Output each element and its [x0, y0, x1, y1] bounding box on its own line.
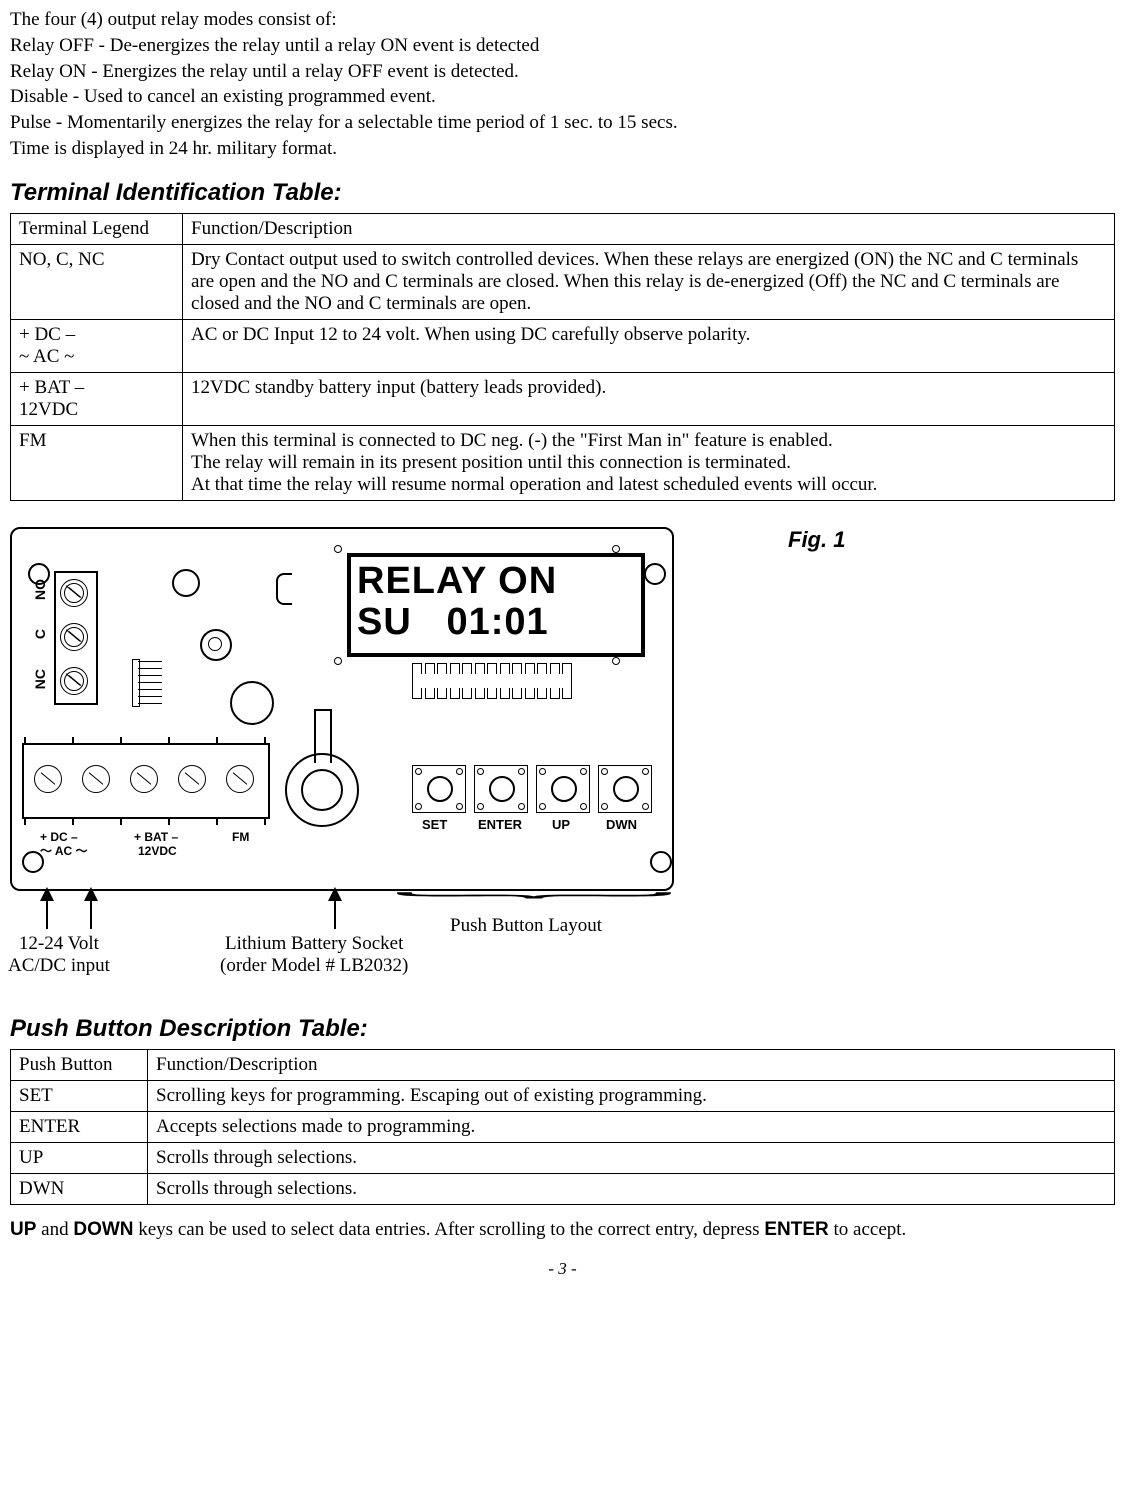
footnote-text: and	[36, 1219, 73, 1240]
component-icon	[200, 629, 232, 661]
intro-line: Pulse - Momentarily energizes the relay …	[10, 111, 1115, 135]
screw-hole-icon	[612, 545, 620, 553]
battery-socket-icon	[282, 709, 362, 839]
pushbutton-table: Push Button Function/Description SET Scr…	[10, 1049, 1115, 1205]
arrow-line	[90, 899, 92, 929]
terminal-label-nc: NC	[32, 669, 48, 689]
cell-desc: Scrolling keys for programming. Escaping…	[148, 1080, 1115, 1111]
footnote-down: DOWN	[73, 1219, 133, 1240]
terminal-label-fm: FM	[232, 831, 249, 844]
arrow-line	[334, 899, 336, 929]
table-row: UP Scrolls through selections.	[11, 1142, 1115, 1173]
screw-hole-icon	[334, 657, 342, 665]
cell-btn: DWN	[11, 1173, 148, 1204]
cell-btn: ENTER	[11, 1111, 148, 1142]
callout-input: 12-24 Volt AC/DC input	[8, 933, 110, 977]
cell-legend: NO, C, NC	[11, 244, 183, 319]
cell-desc: 12VDC standby battery input (battery lea…	[183, 372, 1115, 425]
intro-line: Relay ON - Energizes the relay until a r…	[10, 60, 1115, 84]
up-button[interactable]	[536, 765, 590, 813]
callout-battery: Lithium Battery Socket (order Model # LB…	[220, 933, 408, 977]
footnote-text: to accept.	[829, 1219, 907, 1240]
btn-label-enter: ENTER	[478, 817, 522, 832]
table-header-row: Terminal Legend Function/Description	[11, 213, 1115, 244]
terminal-table-title: Terminal Identification Table:	[10, 179, 1115, 207]
ic-chip-icon	[412, 663, 572, 703]
th-function: Function/Description	[148, 1049, 1115, 1080]
table-row: NO, C, NC Dry Contact output used to swi…	[11, 244, 1115, 319]
component-icon	[276, 573, 292, 605]
dwn-button[interactable]	[598, 765, 652, 813]
table-row: ENTER Accepts selections made to program…	[11, 1111, 1115, 1142]
terminal-label-12vdc: 12VDC	[138, 845, 177, 858]
component-icon	[230, 681, 274, 725]
table-header-row: Push Button Function/Description	[11, 1049, 1115, 1080]
cell-btn: UP	[11, 1142, 148, 1173]
set-button[interactable]	[412, 765, 466, 813]
power-terminal-block	[22, 743, 270, 819]
cell-desc: AC or DC Input 12 to 24 volt. When using…	[183, 319, 1115, 372]
cell-legend: + BAT – 12VDC	[11, 372, 183, 425]
cell-legend: FM	[11, 425, 183, 500]
pcb-board: RELAY ON SU 01:01	[10, 527, 674, 891]
component-icon	[172, 569, 200, 597]
cell-desc: Scrolls through selections.	[148, 1173, 1115, 1204]
figure-label: Fig. 1	[788, 527, 845, 553]
intro-line: Time is displayed in 24 hr. military for…	[10, 137, 1115, 161]
figure-1: RELAY ON SU 01:01	[10, 527, 770, 997]
table-row: FM When this terminal is connected to DC…	[11, 425, 1115, 500]
btn-label-set: SET	[422, 817, 447, 832]
terminal-label-c: C	[32, 629, 48, 639]
arrow-line	[46, 899, 48, 929]
mounting-hole-icon	[650, 851, 672, 873]
table-row: + DC – ~ AC ~ AC or DC Input 12 to 24 vo…	[11, 319, 1115, 372]
th-pushbutton: Push Button	[11, 1049, 148, 1080]
terminal-label-ac: ～ AC ～	[40, 845, 88, 858]
lcd-line1: RELAY ON	[357, 560, 557, 602]
footnote-up: UP	[10, 1219, 36, 1240]
footnote-text: keys can be used to select data entries.…	[134, 1219, 765, 1240]
lcd-display: RELAY ON SU 01:01	[347, 553, 645, 657]
screw-hole-icon	[334, 545, 342, 553]
cell-desc: Accepts selections made to programming.	[148, 1111, 1115, 1142]
lcd-line2: SU 01:01	[357, 601, 549, 643]
cell-desc: Scrolls through selections.	[148, 1142, 1115, 1173]
cell-legend: + DC – ~ AC ~	[11, 319, 183, 372]
table-row: DWN Scrolls through selections.	[11, 1173, 1115, 1204]
table-row: SET Scrolling keys for programming. Esca…	[11, 1080, 1115, 1111]
cell-btn: SET	[11, 1080, 148, 1111]
th-function: Function/Description	[183, 213, 1115, 244]
intro-line: The four (4) output relay modes consist …	[10, 8, 1115, 32]
btn-label-up: UP	[552, 817, 570, 832]
intro-line: Disable - Used to cancel an existing pro…	[10, 85, 1115, 109]
screw-hole-icon	[612, 657, 620, 665]
enter-button[interactable]	[474, 765, 528, 813]
cell-desc: When this terminal is connected to DC ne…	[183, 425, 1115, 500]
btn-label-dwn: DWN	[606, 817, 637, 832]
table-row: + BAT – 12VDC 12VDC standby battery inpu…	[11, 372, 1115, 425]
heatsink-icon	[132, 659, 164, 705]
page-number: - 3 -	[10, 1259, 1115, 1279]
mounting-hole-icon	[644, 563, 666, 585]
terminal-label-dc: + DC –	[40, 831, 78, 844]
cell-desc: Dry Contact output used to switch contro…	[183, 244, 1115, 319]
callout-pushbutton: Push Button Layout	[450, 915, 602, 937]
relay-terminal-block	[54, 571, 98, 705]
intro-line: Relay OFF - De-energizes the relay until…	[10, 34, 1115, 58]
terminal-label-no: NO	[32, 579, 48, 600]
pushbutton-table-title: Push Button Description Table:	[10, 1015, 1115, 1043]
footnote-enter: ENTER	[764, 1219, 828, 1240]
footnote: UP and DOWN keys can be used to select d…	[10, 1219, 1115, 1241]
th-terminal-legend: Terminal Legend	[11, 213, 183, 244]
terminal-label-bat: + BAT –	[134, 831, 178, 844]
terminal-table: Terminal Legend Function/Description NO,…	[10, 213, 1115, 501]
